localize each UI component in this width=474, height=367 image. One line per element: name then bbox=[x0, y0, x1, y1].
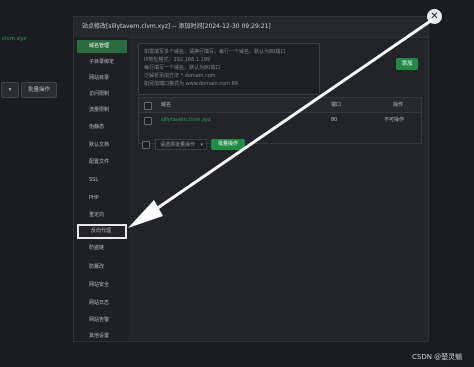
watermark: CSDN @楚灵魈 bbox=[412, 353, 463, 361]
arrow-annotation bbox=[128, 18, 433, 228]
arrow-shaft bbox=[145, 18, 433, 218]
arrow-head bbox=[128, 200, 163, 228]
